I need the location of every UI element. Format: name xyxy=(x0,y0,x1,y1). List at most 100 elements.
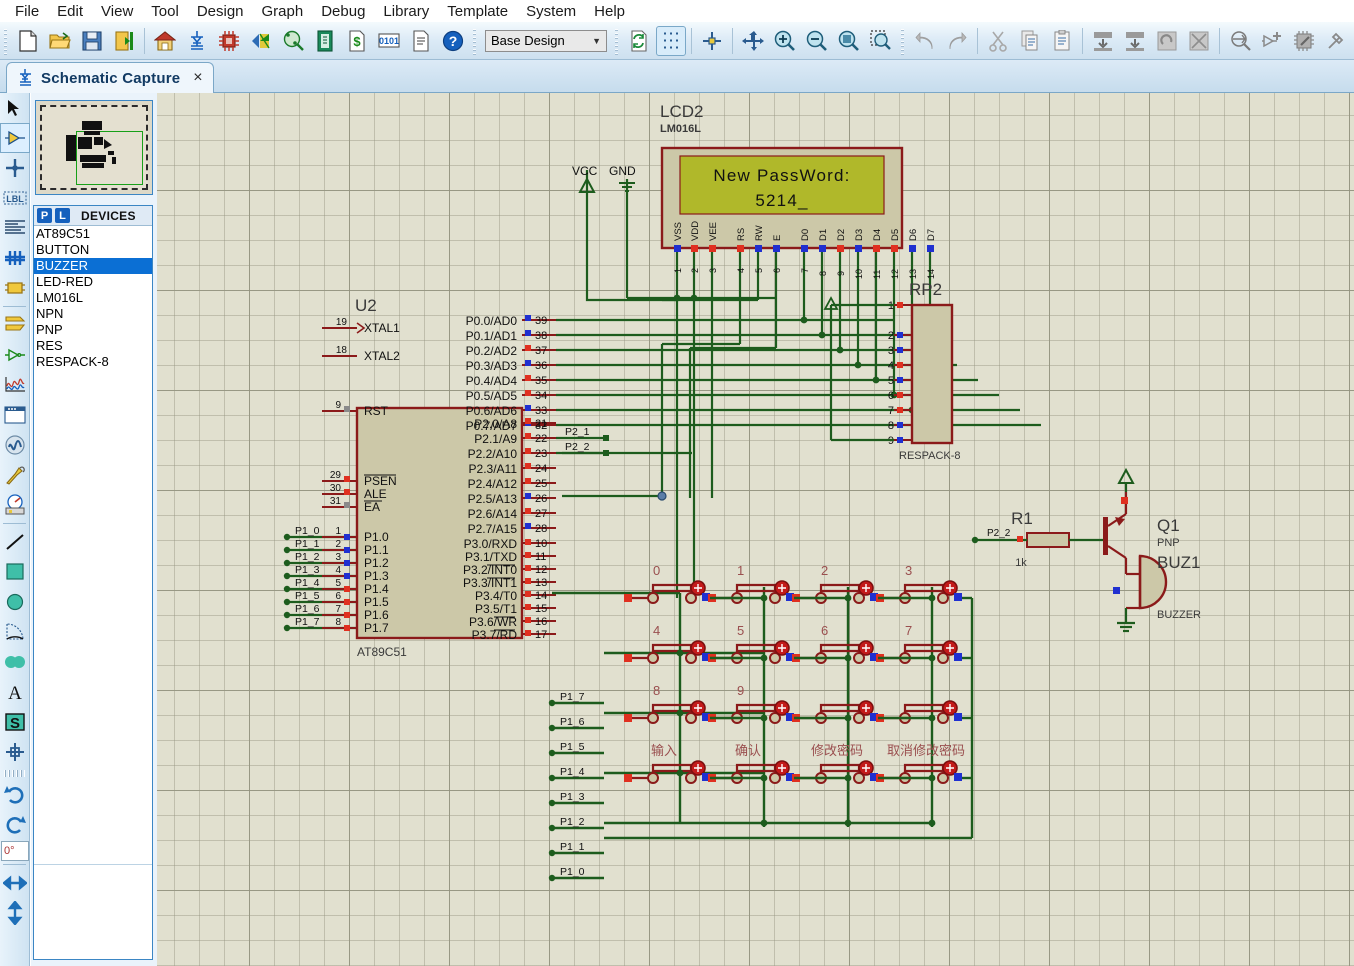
pick-devices-button[interactable]: P xyxy=(37,208,52,223)
generator-mode-tool[interactable] xyxy=(0,430,30,460)
menu-item-graph[interactable]: Graph xyxy=(253,2,313,21)
device-pin-tool[interactable] xyxy=(0,340,30,370)
source-code-button[interactable] xyxy=(310,26,340,56)
toolbar-grip-3[interactable] xyxy=(614,26,620,55)
netlist-button[interactable]: 0101 xyxy=(374,26,404,56)
redo-button[interactable] xyxy=(942,26,972,56)
toolbar-grip-4[interactable] xyxy=(900,26,906,55)
graph-mode-tool[interactable] xyxy=(0,370,30,400)
tape-recorder-tool[interactable] xyxy=(0,400,30,430)
rotation-angle-field[interactable]: 0° xyxy=(1,841,29,861)
menu-item-library[interactable]: Library xyxy=(374,2,438,21)
schematic-canvas[interactable]: New PassWord: 5214_ VSS VDD VEE RS RW E … xyxy=(157,93,1354,966)
text-tool[interactable]: A xyxy=(0,677,30,707)
device-item-res[interactable]: RES xyxy=(34,338,152,354)
rotate-anticlockwise-button[interactable] xyxy=(0,810,30,840)
toolbar-grip-2[interactable] xyxy=(472,26,478,55)
wire-label-tool[interactable]: LBL xyxy=(0,183,30,213)
device-item-npn[interactable]: NPN xyxy=(34,306,152,322)
device-item-at89c51[interactable]: AT89C51 xyxy=(34,226,152,242)
keypad-button[interactable]: 0 xyxy=(624,563,710,604)
help-button[interactable]: ? xyxy=(438,26,468,56)
decompose-button[interactable] xyxy=(1321,26,1351,56)
zoom-sheet-button[interactable] xyxy=(834,26,864,56)
toggle-origin-button[interactable] xyxy=(697,26,727,56)
keypad-button[interactable]: 4 xyxy=(624,623,710,664)
cut-button[interactable] xyxy=(983,26,1013,56)
block-copy-button[interactable] xyxy=(1088,26,1118,56)
library-button[interactable]: L xyxy=(55,208,70,223)
report-button[interactable] xyxy=(406,26,436,56)
zoom-area-button[interactable] xyxy=(866,26,896,56)
schematic-capture-button[interactable] xyxy=(182,26,212,56)
lcd-component[interactable]: New PassWord: 5214_ VSS VDD VEE RS RW E … xyxy=(660,102,937,279)
menu-item-template[interactable]: Template xyxy=(438,2,517,21)
menu-item-design[interactable]: Design xyxy=(188,2,253,21)
box-tool[interactable] xyxy=(0,557,30,587)
open-design-button[interactable] xyxy=(45,26,75,56)
path-tool[interactable] xyxy=(0,647,30,677)
toggle-grid-button[interactable] xyxy=(656,25,686,56)
undo-button[interactable] xyxy=(910,26,940,56)
mirror-horizontal-button[interactable] xyxy=(0,868,30,898)
tab-schematic-capture[interactable]: Schematic Capture × xyxy=(6,62,214,93)
menu-item-system[interactable]: System xyxy=(517,2,585,21)
3d-visualizer-button[interactable] xyxy=(246,26,276,56)
device-item-lm016l[interactable]: LM016L xyxy=(34,290,152,306)
menu-item-tool[interactable]: Tool xyxy=(142,2,188,21)
refresh-button[interactable] xyxy=(624,26,654,56)
zoom-out-button[interactable] xyxy=(802,26,832,56)
mcu-component[interactable]: U2 AT89C51 19 18 9 29 30 31 1 2 3 4 5 6 … xyxy=(322,296,556,659)
overview-preview[interactable] xyxy=(35,100,153,195)
block-rotate-button[interactable] xyxy=(1152,26,1182,56)
packaging-tool-button[interactable] xyxy=(1289,26,1319,56)
voltage-probe-tool[interactable] xyxy=(0,460,30,490)
copy-button[interactable] xyxy=(1015,26,1045,56)
text-script-tool[interactable] xyxy=(0,213,30,243)
keypad-button[interactable]: 输入 xyxy=(624,743,710,784)
home-sheet-button[interactable] xyxy=(150,26,180,56)
device-item-led-red[interactable]: LED-RED xyxy=(34,274,152,290)
pick-device-button[interactable] xyxy=(1225,26,1255,56)
design-explorer-button[interactable] xyxy=(278,26,308,56)
rail-grip[interactable] xyxy=(4,770,25,777)
pcb-layout-button[interactable] xyxy=(214,26,244,56)
line-tool[interactable] xyxy=(0,527,30,557)
keypad-button[interactable] xyxy=(876,700,962,724)
import-export-button[interactable] xyxy=(109,26,139,56)
component-mode-tool[interactable] xyxy=(0,123,30,153)
device-item-pnp[interactable]: PNP xyxy=(34,322,152,338)
keypad-button[interactable] xyxy=(792,700,878,724)
gnd-symbol[interactable]: GND xyxy=(609,164,636,192)
keypad-button[interactable]: 8 xyxy=(624,683,710,724)
terminals-mode-tool[interactable] xyxy=(0,310,30,340)
respack-component[interactable]: 1 2 3 4 5 6 7 8 9 RP2 RESPACK-8 xyxy=(823,280,961,462)
keypad-matrix[interactable]: P1_7 P1_6 P1_5 P1_4 P1_3 P1_2 P1_1 P1_0 xyxy=(548,563,974,882)
arc-tool[interactable] xyxy=(0,617,30,647)
make-device-button[interactable] xyxy=(1257,26,1287,56)
mirror-vertical-button[interactable] xyxy=(0,898,30,928)
device-item-respack-8[interactable]: RESPACK-8 xyxy=(34,354,152,370)
save-design-button[interactable] xyxy=(77,26,107,56)
device-item-button[interactable]: BUTTON xyxy=(34,242,152,258)
bill-of-materials-button[interactable]: $ xyxy=(342,26,372,56)
design-template-select[interactable]: Base Design ▼ xyxy=(485,29,607,52)
menu-item-help[interactable]: Help xyxy=(585,2,634,21)
marker-tool[interactable] xyxy=(0,737,30,767)
menu-item-debug[interactable]: Debug xyxy=(312,2,374,21)
menu-item-view[interactable]: View xyxy=(92,2,142,21)
block-move-button[interactable] xyxy=(1120,26,1150,56)
selection-mode-tool[interactable] xyxy=(0,93,30,123)
resistor-r1[interactable]: R1 1k P2_2 xyxy=(971,509,1107,569)
virtual-instrument-tool[interactable] xyxy=(0,490,30,520)
close-icon[interactable]: × xyxy=(193,69,202,87)
menu-item-file[interactable]: File xyxy=(6,2,48,21)
buzzer-driver-circuit[interactable]: R1 1k P2_2 Q1 PNP BUZ1 BUZZER xyxy=(971,467,1201,633)
subcircuit-tool[interactable] xyxy=(0,273,30,303)
pan-button[interactable] xyxy=(738,26,768,56)
device-item-buzzer[interactable]: BUZZER xyxy=(34,258,152,274)
vcc-symbol[interactable]: VCC xyxy=(572,164,598,193)
new-design-button[interactable] xyxy=(13,26,43,56)
junction-dot-tool[interactable] xyxy=(0,153,30,183)
block-delete-button[interactable] xyxy=(1184,26,1214,56)
